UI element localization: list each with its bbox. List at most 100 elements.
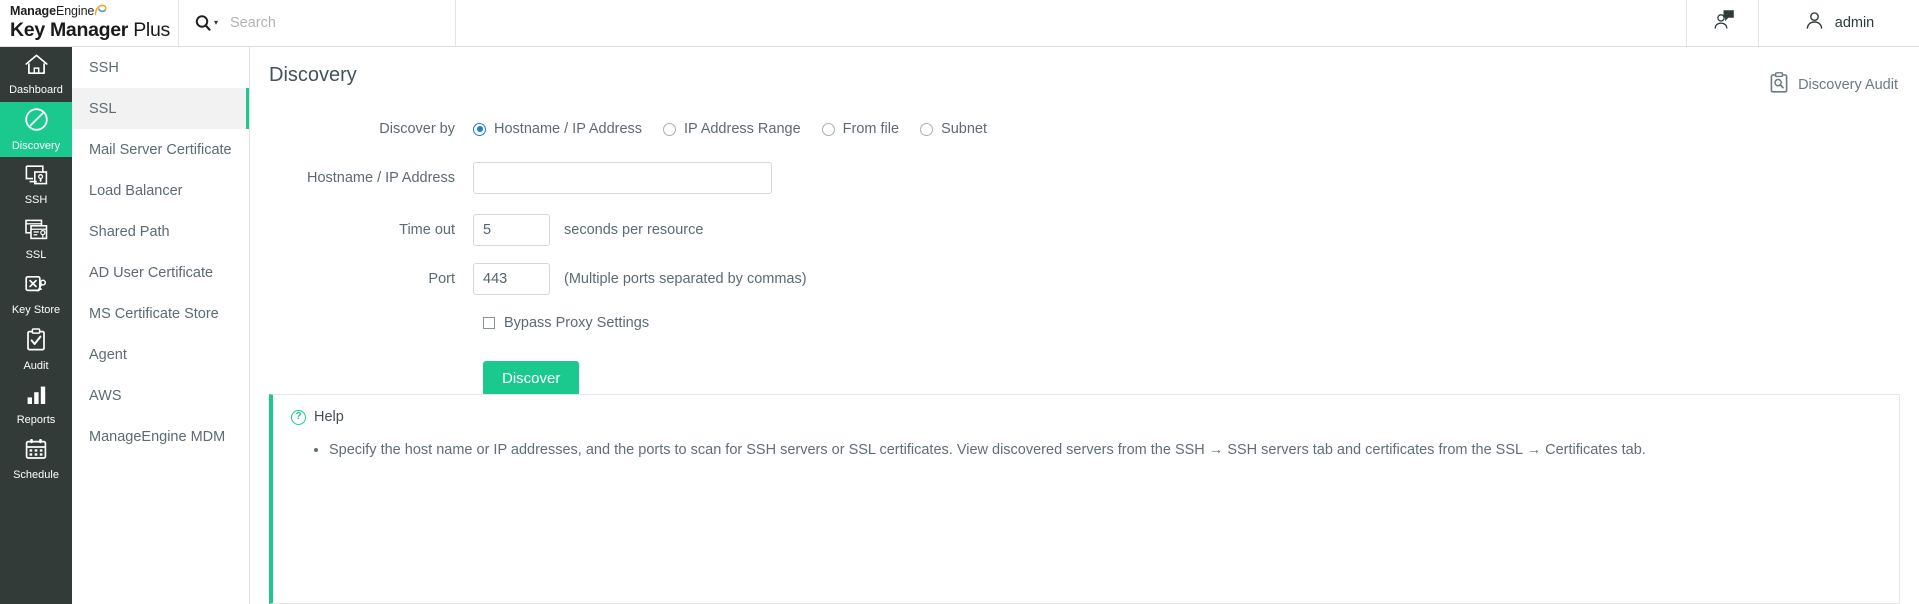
bypass-proxy-row: Bypass Proxy Settings: [250, 303, 1919, 343]
rail-item-schedule[interactable]: Schedule: [0, 432, 72, 487]
rail-label-ssh: SSH: [25, 194, 48, 206]
timeout-suffix-label: seconds per resource: [564, 222, 703, 238]
discovery-form: Discover by Hostname / IP Address IP Add…: [250, 107, 1919, 413]
user-name-label: admin: [1835, 15, 1875, 31]
hostname-row: Hostname / IP Address: [250, 151, 1919, 205]
port-input[interactable]: [473, 263, 550, 295]
submenu-label-ad-user-certificate: AD User Certificate: [89, 265, 213, 281]
topbar-spacer: [456, 0, 1686, 46]
rail-label-dashboard: Dashboard: [9, 84, 63, 96]
hostname-label: Hostname / IP Address: [250, 170, 473, 186]
user-avatar-icon: [1804, 10, 1825, 36]
search-container[interactable]: ▾: [178, 0, 456, 46]
rail-label-ssl: SSL: [26, 249, 47, 261]
key-store-icon: [24, 273, 49, 301]
port-suffix-label: (Multiple ports separated by commas): [564, 271, 807, 287]
user-menu[interactable]: admin: [1758, 0, 1919, 46]
bypass-proxy-checkbox[interactable]: [483, 317, 495, 329]
discover-by-row: Discover by Hostname / IP Address IP Add…: [250, 107, 1919, 151]
brand-keymanager: Key Manager: [10, 19, 128, 41]
ssh-terminal-icon: [24, 163, 49, 191]
calendar-icon: [24, 438, 48, 466]
brand-manage: Manage: [10, 4, 56, 18]
rail-item-audit[interactable]: Audit: [0, 322, 72, 377]
radio-button-hostname-ip-address[interactable]: [473, 123, 486, 136]
submenu-label-shared-path: Shared Path: [89, 224, 170, 240]
radio-label-ip-address-range: IP Address Range: [684, 121, 801, 137]
radio-from-file[interactable]: From file: [822, 121, 899, 137]
search-icon[interactable]: ▾: [194, 14, 234, 33]
rail-item-ssh[interactable]: SSH: [0, 157, 72, 212]
brand-line-2: Key Manager Plus: [10, 19, 178, 42]
compass-icon: [24, 107, 49, 137]
submenu-item-ad-user-certificate[interactable]: AD User Certificate: [72, 252, 249, 293]
submenu-label-ssl: SSL: [89, 101, 116, 117]
timeout-input[interactable]: [473, 214, 550, 246]
submenu-item-ssl[interactable]: SSL: [72, 88, 249, 129]
timeout-row: Time out seconds per resource: [250, 205, 1919, 254]
discover-button[interactable]: Discover: [483, 361, 579, 396]
main-content: Discovery Discovery Audit Discover by Ho…: [250, 47, 1919, 604]
page-title: Discovery: [269, 64, 357, 87]
rail-label-key-store: Key Store: [12, 304, 60, 316]
radio-button-from-file[interactable]: [822, 123, 835, 136]
discover-by-radio-group: Hostname / IP Address IP Address Range F…: [473, 121, 1008, 137]
timeout-label: Time out: [250, 222, 473, 238]
submenu-item-mail-server-certificate[interactable]: Mail Server Certificate: [72, 129, 249, 170]
radio-label-hostname-ip-address: Hostname / IP Address: [494, 121, 642, 137]
rail-label-reports: Reports: [17, 414, 56, 426]
help-header: ? Help: [273, 395, 1899, 425]
submenu-item-agent[interactable]: Agent: [72, 334, 249, 375]
rail-item-reports[interactable]: Reports: [0, 377, 72, 432]
submenu-item-manageengine-mdm[interactable]: ManageEngine MDM: [72, 416, 249, 457]
submenu-item-load-balancer[interactable]: Load Balancer: [72, 170, 249, 211]
bypass-proxy-checkbox-wrapper[interactable]: Bypass Proxy Settings: [483, 315, 649, 331]
submenu-label-agent: Agent: [89, 347, 127, 363]
rail-item-key-store[interactable]: Key Store: [0, 267, 72, 322]
help-item-list: Specify the host name or IP addresses, a…: [273, 438, 1899, 463]
radio-button-subnet[interactable]: [920, 123, 933, 136]
submenu-item-aws[interactable]: AWS: [72, 375, 249, 416]
secondary-nav-menu: SSH SSL Mail Server Certificate Load Bal…: [72, 47, 250, 604]
rail-label-schedule: Schedule: [13, 469, 59, 481]
brand-engine: Engine: [56, 4, 94, 18]
brand-logo[interactable]: ManageEngine Key Manager Plus: [0, 0, 178, 46]
primary-nav-rail: Dashboard Discovery SSH: [0, 47, 72, 604]
submenu-label-mail-server-certificate: Mail Server Certificate: [89, 142, 232, 158]
bar-chart-icon: [24, 384, 48, 411]
search-input[interactable]: [230, 15, 430, 31]
submenu-label-ssh: SSH: [89, 60, 119, 76]
rail-item-discovery[interactable]: Discovery: [0, 102, 72, 157]
discovery-audit-link[interactable]: Discovery Audit: [1769, 72, 1898, 97]
brand-line-1: ManageEngine: [10, 4, 178, 18]
submenu-label-manageengine-mdm: ManageEngine MDM: [89, 429, 225, 445]
submenu-label-aws: AWS: [89, 388, 122, 404]
radio-label-subnet: Subnet: [941, 121, 987, 137]
notifications-button[interactable]: [1686, 0, 1758, 46]
radio-hostname-ip-address[interactable]: Hostname / IP Address: [473, 121, 642, 137]
port-label: Port: [250, 271, 473, 287]
radio-subnet[interactable]: Subnet: [920, 121, 987, 137]
top-bar: ManageEngine Key Manager Plus ▾: [0, 0, 1919, 47]
ssl-certificate-icon: [24, 218, 49, 246]
discover-by-label: Discover by: [250, 121, 473, 137]
submenu-label-ms-certificate-store: MS Certificate Store: [89, 306, 219, 322]
search-dropdown-caret-icon[interactable]: ▾: [214, 19, 218, 27]
rail-item-dashboard[interactable]: Dashboard: [0, 47, 72, 102]
bypass-proxy-label: Bypass Proxy Settings: [504, 315, 649, 331]
radio-ip-address-range[interactable]: IP Address Range: [663, 121, 801, 137]
help-list-item: Specify the host name or IP addresses, a…: [329, 438, 1899, 463]
help-title: Help: [314, 409, 344, 425]
rail-label-discovery: Discovery: [12, 140, 60, 152]
clipboard-check-icon: [25, 328, 47, 357]
radio-label-from-file: From file: [843, 121, 899, 137]
user-message-icon: [1710, 9, 1736, 38]
hostname-input[interactable]: [473, 162, 772, 194]
submenu-item-ms-certificate-store[interactable]: MS Certificate Store: [72, 293, 249, 334]
rail-item-ssl[interactable]: SSL: [0, 212, 72, 267]
submenu-item-shared-path[interactable]: Shared Path: [72, 211, 249, 252]
radio-button-ip-address-range[interactable]: [663, 123, 676, 136]
home-icon: [24, 53, 49, 81]
rail-label-audit: Audit: [23, 360, 48, 372]
submenu-item-ssh[interactable]: SSH: [72, 47, 249, 88]
